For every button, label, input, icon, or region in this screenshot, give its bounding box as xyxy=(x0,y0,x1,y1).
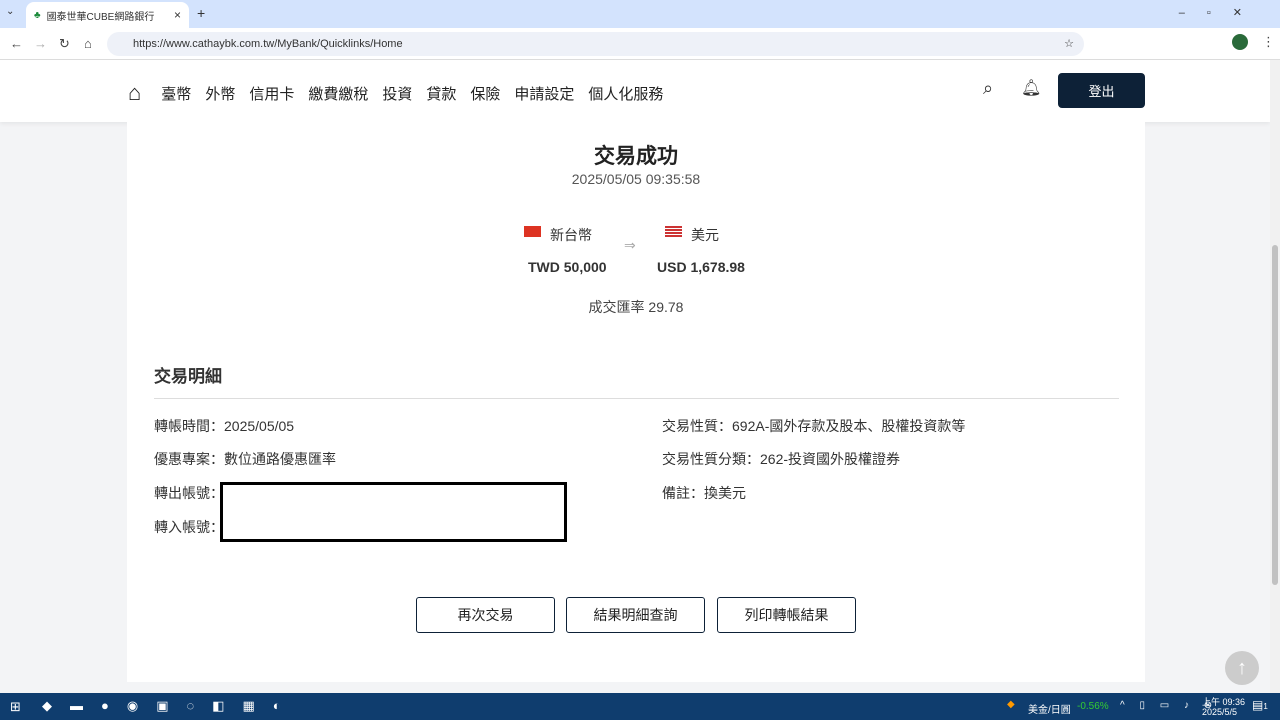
taskbar: ⊞ ◆▬●◉▣◌◧▦◐ ◆ 美金/日圓 -0.56% ^ ▯ ▭ ♪ ⊗ 上午 … xyxy=(0,693,1280,720)
page-title: 交易成功 xyxy=(594,145,678,168)
print-result-button[interactable]: 列印轉帳結果 xyxy=(717,597,856,633)
transaction-nature-category: 交易性質分類：262-投資國外股權證券 xyxy=(662,451,901,467)
menu-icon[interactable]: ⋮ xyxy=(1262,34,1275,50)
ticker-label: 美金/日圓 xyxy=(1028,705,1071,716)
reload-icon[interactable]: ↻ xyxy=(59,36,70,52)
new-tab-button[interactable]: + xyxy=(197,5,205,21)
home-icon[interactable]: ⌂ xyxy=(128,80,141,106)
redaction-box xyxy=(220,482,567,542)
logout-button[interactable]: 登出 xyxy=(1058,73,1145,108)
trade-again-button[interactable]: 再次交易 xyxy=(416,597,555,633)
browser-tab[interactable]: ♣ 國泰世華CUBE網路銀行 × xyxy=(26,2,189,28)
bookmark-star-icon[interactable]: ☆ xyxy=(1064,32,1074,56)
ticker-icon: ◆ xyxy=(1007,699,1015,710)
profile-avatar[interactable] xyxy=(1232,34,1248,50)
details-heading: 交易明細 xyxy=(154,367,222,386)
window-controls[interactable]: –▫✕ xyxy=(1179,6,1264,19)
nav-item-loan[interactable]: 貸款 xyxy=(426,83,456,104)
tab-title: 國泰世華CUBE網路銀行 xyxy=(46,11,155,23)
result-card: 交易成功 2025/05/05 09:35:58 新台幣 ⇒ 美元 TWD 50… xyxy=(127,122,1145,682)
clock-date: 2025/5/5 xyxy=(1202,707,1238,717)
search-icon[interactable]: ⌕ xyxy=(983,78,993,99)
close-tab-icon[interactable]: × xyxy=(174,8,181,22)
bell-icon[interactable]: 🔔︎ xyxy=(1021,78,1041,98)
notification-count: 1 xyxy=(1263,702,1268,711)
ticker-change: -0.56% xyxy=(1077,701,1109,712)
result-details-button[interactable]: 結果明細查詢 xyxy=(566,597,705,633)
site-header: ⌂ 臺幣 外幣 信用卡 繳費繳稅 投資 貸款 保險 申請設定 個人化服務 ⌕ 🔔… xyxy=(0,60,1270,122)
home-icon[interactable]: ⌂ xyxy=(84,36,92,51)
transaction-nature: 交易性質：692A-國外存款及股本、股權投資款等 xyxy=(662,418,966,434)
nav-item-insurance[interactable]: 保險 xyxy=(470,83,500,104)
scroll-to-top-button[interactable]: ↑ xyxy=(1225,651,1259,685)
forward-icon[interactable]: → xyxy=(34,36,47,51)
to-currency: 美元 xyxy=(691,227,719,243)
nav-item-twd[interactable]: 臺幣 xyxy=(161,83,191,104)
transfer-time: 轉帳時間：2025/05/05 xyxy=(154,418,295,434)
to-amount: USD 1,678.98 xyxy=(657,259,745,275)
url-input[interactable]: https://www.cathaybk.com.tw/MyBank/Quick… xyxy=(107,32,1084,56)
us-flag-icon xyxy=(665,226,682,237)
transaction-timestamp: 2025/05/05 09:35:58 xyxy=(571,171,701,187)
back-icon[interactable]: ← xyxy=(10,36,23,51)
start-icon[interactable]: ⊞ xyxy=(10,699,21,715)
nav-item-credit-card[interactable]: 信用卡 xyxy=(249,83,294,104)
address-bar-row: ← → ↻ ⌂ https://www.cathaybk.com.tw/MyBa… xyxy=(0,28,1280,60)
divider xyxy=(154,398,1119,399)
url-text: https://www.cathaybk.com.tw/MyBank/Quick… xyxy=(133,38,403,50)
arrow-right-icon: ⇒ xyxy=(624,237,636,253)
notification-icon[interactable]: ▤1 xyxy=(1252,698,1268,712)
nav-item-invest[interactable]: 投資 xyxy=(382,83,412,104)
scrollbar[interactable] xyxy=(1270,60,1280,693)
taiwan-flag-icon xyxy=(524,226,541,237)
from-account: 轉出帳號： xyxy=(154,485,224,501)
nav-item-fx[interactable]: 外幣 xyxy=(205,83,235,104)
scrollbar-thumb[interactable] xyxy=(1272,245,1278,585)
note: 備註：換美元 xyxy=(662,485,746,501)
taskbar-apps[interactable]: ◆▬●◉▣◌◧▦◐ xyxy=(42,698,299,714)
nav-item-payments[interactable]: 繳費繳稅 xyxy=(308,83,368,104)
to-account: 轉入帳號： xyxy=(154,519,224,535)
nav-item-personal[interactable]: 個人化服務 xyxy=(588,83,663,104)
tab-list-button[interactable]: ⌄ xyxy=(6,6,14,17)
from-currency: 新台幣 xyxy=(550,227,592,243)
bank-favicon-icon: ♣ xyxy=(34,9,41,21)
nav-item-settings[interactable]: 申請設定 xyxy=(514,83,574,104)
exchange-rate: 成交匯率 29.78 xyxy=(588,299,684,315)
main-nav: ⌂ 臺幣 外幣 信用卡 繳費繳稅 投資 貸款 保險 申請設定 個人化服務 xyxy=(128,80,663,106)
promotion: 優惠專案：數位通路優惠匯率 xyxy=(154,451,336,467)
from-amount: TWD 50,000 xyxy=(528,259,607,275)
tab-bar: ⌄ ♣ 國泰世華CUBE網路銀行 × + –▫✕ xyxy=(0,0,1280,28)
